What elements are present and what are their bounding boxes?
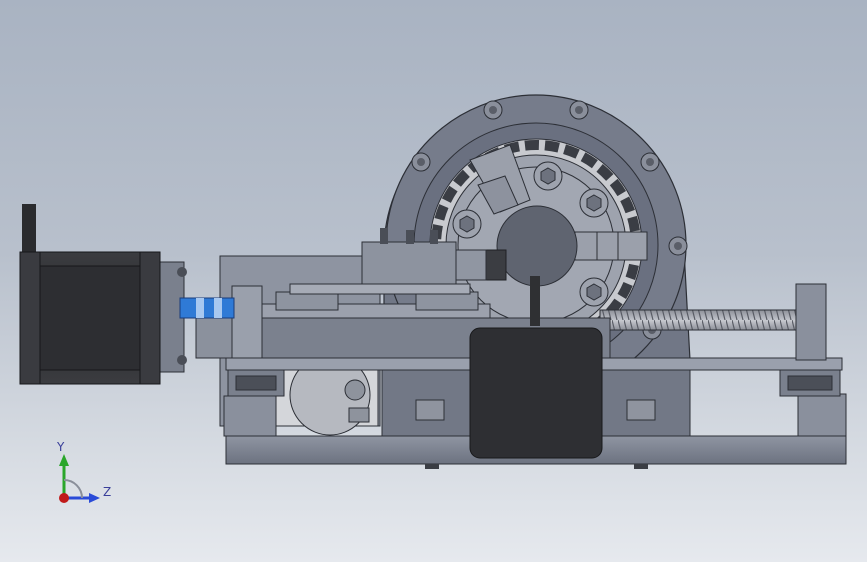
assembly-model[interactable] — [0, 0, 867, 562]
rail-carriage-left — [227, 369, 285, 397]
hex-bolt-icon — [452, 209, 482, 239]
rail-carriage-right — [779, 369, 841, 397]
bolt-icon — [483, 100, 503, 120]
hex-bolt-icon — [579, 277, 609, 307]
bolt-icon — [569, 100, 589, 120]
bolt-icon — [668, 236, 688, 256]
z-axis-label: Z — [103, 485, 112, 499]
stepper-motor[interactable] — [19, 204, 161, 385]
y-axis-label: Y — [57, 440, 65, 454]
hex-bolt-icon — [579, 188, 609, 218]
hex-bolt-icon — [533, 161, 563, 191]
bolt-icon — [640, 152, 660, 172]
cad-viewport[interactable]: Y Z — [0, 0, 867, 562]
shaft-coupler[interactable] — [179, 297, 235, 319]
bolt-icon — [411, 152, 431, 172]
orientation-triad[interactable]: Y Z — [52, 440, 122, 510]
